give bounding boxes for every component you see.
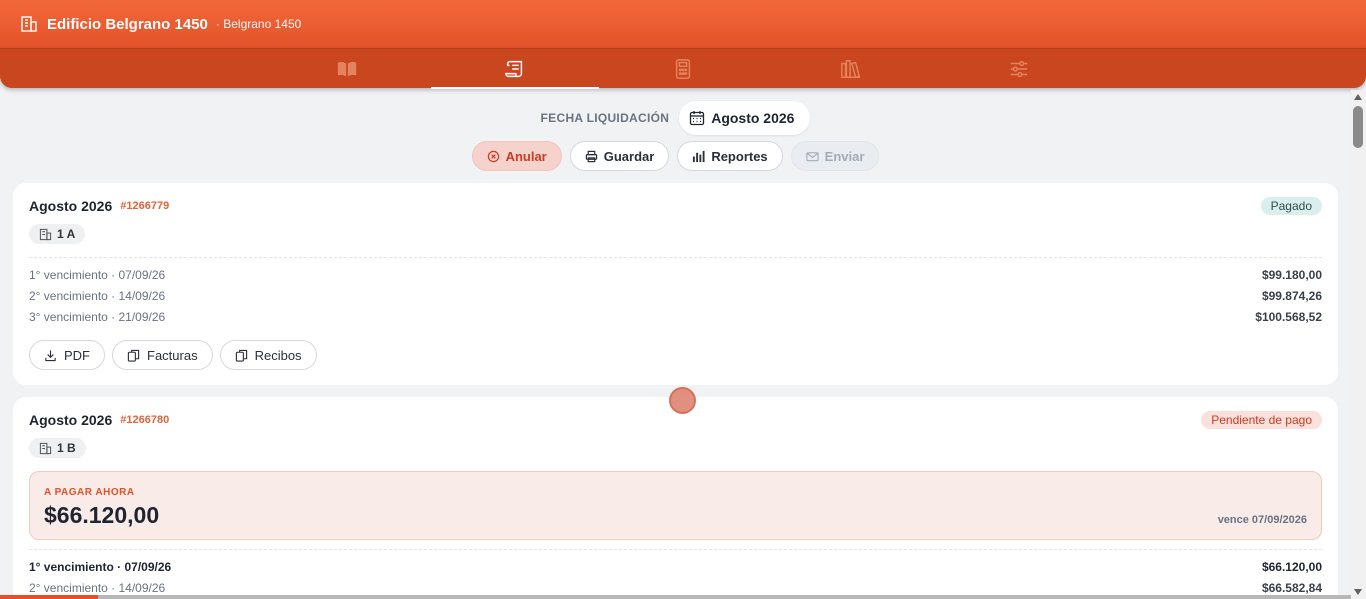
- building-title: Edificio Belgrano 1450: [47, 15, 208, 33]
- guardar-label: Guardar: [603, 148, 655, 164]
- card-period: Agosto 2026: [29, 198, 113, 214]
- book-icon: [337, 61, 357, 77]
- unit-badge: 1 A: [29, 224, 86, 244]
- building-icon: [39, 228, 52, 240]
- anular-label: Anular: [505, 148, 547, 164]
- card-number-link[interactable]: #1266779: [120, 200, 169, 212]
- fecha-label: FECHA LIQUIDACIÓN: [540, 111, 670, 125]
- building-icon: [39, 442, 52, 454]
- recibos-button[interactable]: Recibos: [219, 340, 317, 370]
- vencimiento-label: 2° vencimiento · 14/09/26: [29, 581, 166, 595]
- copy-document-icon: [235, 349, 247, 362]
- scroll-up-arrow-icon[interactable]: [1354, 94, 1362, 100]
- vencimiento-label: 1° vencimiento · 07/09/26: [29, 268, 166, 282]
- calendar-icon: [690, 111, 705, 126]
- vence-date: vence 07/09/2026: [1217, 514, 1307, 526]
- enviar-button[interactable]: Enviar: [790, 141, 880, 171]
- vencimiento-row: 1° vencimiento · 07/09/26 $99.180,00: [29, 266, 1322, 284]
- vencimiento-amount: $100.568,52: [1255, 310, 1322, 324]
- vencimiento-row: 2° vencimiento · 14/09/26 $99.874,26: [29, 287, 1322, 305]
- divider: [29, 549, 1322, 550]
- tab-ajustes[interactable]: [935, 49, 1103, 89]
- vencimiento-row: 1° vencimiento · 07/09/26 $66.120,00: [29, 558, 1322, 576]
- vencimiento-label: 3° vencimiento · 21/09/26: [29, 310, 166, 324]
- app-header: Edificio Belgrano 1450 · Belgrano 1450: [0, 0, 1366, 48]
- mail-icon: [806, 151, 819, 161]
- facturas-label: Facturas: [147, 347, 198, 363]
- vencimiento-amount: $99.874,26: [1261, 289, 1322, 303]
- vencimiento-row: 3° vencimiento · 21/09/26 $100.568,52: [29, 308, 1322, 326]
- library-icon: [841, 60, 861, 79]
- a-pagar-amount: $66.120,00: [44, 502, 160, 528]
- copy-document-icon: [127, 349, 140, 362]
- touch-cursor: [669, 387, 696, 414]
- fecha-liquidacion-row: FECHA LIQUIDACIÓN Agosto 2026: [0, 101, 1351, 135]
- reportes-button[interactable]: Reportes: [677, 141, 783, 171]
- vertical-scrollbar[interactable]: [1351, 90, 1366, 599]
- card-number-link[interactable]: #1266780: [120, 414, 169, 426]
- main-nav: [0, 48, 1366, 89]
- a-pagar-label: A PAGAR AHORA: [44, 487, 135, 498]
- fecha-value: Agosto 2026: [711, 110, 795, 126]
- pdf-button[interactable]: PDF: [29, 340, 105, 370]
- status-badge: Pagado: [1260, 197, 1322, 215]
- tab-liquidaciones[interactable]: [431, 49, 599, 89]
- facturas-button[interactable]: Facturas: [112, 340, 213, 370]
- download-icon: [45, 349, 56, 361]
- horizontal-scrollbar-thumb[interactable]: [0, 595, 98, 599]
- vencimiento-label: 2° vencimiento · 14/09/26: [29, 289, 166, 303]
- status-badge: Pendiente de pago: [1201, 411, 1322, 429]
- printer-icon: [585, 150, 597, 162]
- scroll-down-arrow-icon[interactable]: [1354, 589, 1362, 595]
- vencimiento-label: 1° vencimiento · 07/09/26: [29, 560, 172, 574]
- liquidacion-card: Agosto 2026 #1266780 Pendiente de pago 1…: [13, 397, 1338, 599]
- unit-label: 1 A: [57, 227, 76, 241]
- cancel-circle-icon: [487, 150, 499, 162]
- enviar-label: Enviar: [824, 148, 865, 164]
- reportes-label: Reportes: [711, 148, 768, 164]
- document-buttons: PDF Facturas Recibos: [29, 340, 317, 370]
- divider: [29, 257, 1322, 258]
- tab-biblioteca[interactable]: [767, 49, 935, 89]
- building-icon: [21, 16, 37, 32]
- recibos-label: Recibos: [254, 347, 302, 363]
- vencimiento-amount: $66.120,00: [1261, 560, 1322, 574]
- fecha-selector[interactable]: Agosto 2026: [679, 101, 811, 135]
- liquidacion-card: Agosto 2026 #1266779 Pagado 1 A 1° venci…: [13, 183, 1338, 385]
- tab-libro[interactable]: [263, 49, 431, 89]
- action-bar: Anular Guardar Reportes Enviar: [0, 141, 1351, 171]
- pdf-label: PDF: [64, 347, 90, 363]
- card-period: Agosto 2026: [29, 412, 113, 428]
- vencimiento-amount: $99.180,00: [1261, 268, 1322, 282]
- unit-label: 1 B: [57, 441, 76, 455]
- calculator-icon: [675, 59, 691, 79]
- scrollbar-thumb[interactable]: [1353, 106, 1363, 148]
- unit-badge: 1 B: [29, 438, 86, 458]
- tab-calculadora[interactable]: [599, 49, 767, 89]
- vencimiento-amount: $66.582,84: [1261, 581, 1322, 595]
- receipt-icon: [505, 60, 523, 78]
- a-pagar-ahora-box: A PAGAR AHORA $66.120,00 vence 07/09/202…: [29, 471, 1322, 540]
- building-subtitle: · Belgrano 1450: [215, 17, 302, 31]
- anular-button[interactable]: Anular: [471, 141, 562, 171]
- horizontal-scrollbar[interactable]: [0, 595, 1351, 599]
- guardar-button[interactable]: Guardar: [569, 141, 670, 171]
- sliders-icon: [1010, 60, 1028, 78]
- bar-chart-icon: [693, 150, 705, 162]
